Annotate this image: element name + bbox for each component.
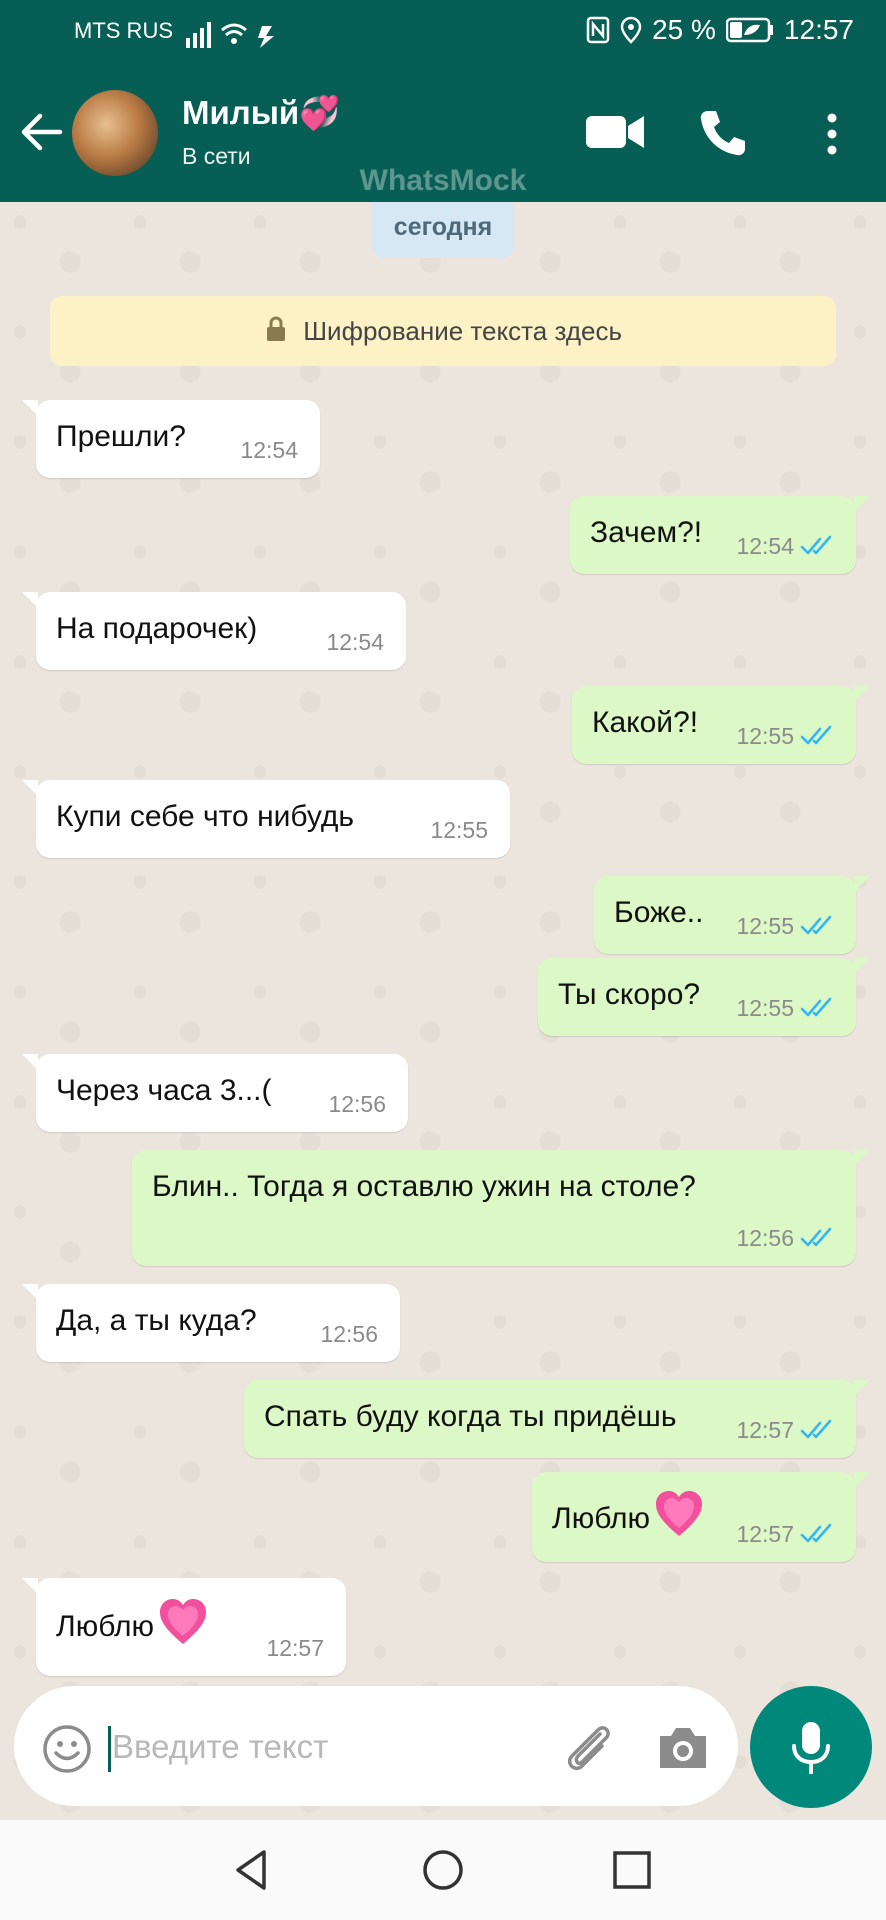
double-check-icon <box>800 1227 832 1247</box>
message-time: 12:54 <box>240 437 298 463</box>
message-text: Да, а ты куда? <box>56 1304 257 1337</box>
message-bubble[interactable]: Люблю 12:57 <box>532 1472 870 1562</box>
paperclip-icon[interactable] <box>560 1720 618 1778</box>
message-time: 12:57 <box>736 1521 794 1547</box>
emoji-icon[interactable] <box>42 1724 92 1774</box>
voice-record-button[interactable] <box>750 1686 872 1808</box>
message-time: 12:54 <box>326 629 384 655</box>
message-time: 12:55 <box>430 817 488 843</box>
signal-wifi-icon <box>186 22 274 48</box>
message-time: 12:56 <box>328 1091 386 1117</box>
message-bubble[interactable]: Блин.. Тогда я оставлю ужин на столе? 12… <box>132 1150 870 1266</box>
message-bubble[interactable]: Спать буду когда ты придёшь 12:57 <box>244 1380 870 1458</box>
message-text: Какой?! <box>592 706 699 739</box>
message-bubble[interactable]: Боже.. 12:55 <box>594 876 870 954</box>
nav-recents-icon[interactable] <box>610 1848 654 1892</box>
camera-icon[interactable] <box>656 1724 710 1772</box>
double-check-icon <box>800 915 832 935</box>
message-bubble[interactable]: Через часа 3...( 12:56 <box>22 1054 408 1132</box>
double-check-icon <box>800 1419 832 1439</box>
encryption-notice-text: Шифрование текста здесь <box>303 316 622 346</box>
text-caret <box>108 1726 111 1772</box>
message-time: 12:56 <box>736 1225 794 1251</box>
message-text: Зачем?! <box>590 516 703 549</box>
microphone-icon <box>792 1722 830 1774</box>
video-camera-icon[interactable] <box>584 112 646 152</box>
status-bar: MTS RUS 25 % 12:57 <box>0 0 886 64</box>
message-text: Купи себе что нибудь <box>56 800 355 833</box>
message-time: 12:55 <box>736 913 794 939</box>
system-navigation-bar <box>0 1820 886 1920</box>
message-bubble[interactable]: Зачем?! 12:54 <box>570 496 870 574</box>
growing-heart-emoji <box>160 1599 207 1644</box>
message-bubble[interactable]: Да, а ты куда? 12:56 <box>22 1284 400 1362</box>
growing-heart-emoji <box>656 1491 703 1536</box>
contact-name[interactable]: Милый💞 <box>182 94 340 133</box>
message-time: 12:57 <box>736 1417 794 1443</box>
clock: 12:57 <box>783 14 854 45</box>
double-check-icon <box>800 725 832 745</box>
message-time: 12:54 <box>736 533 794 559</box>
message-input[interactable]: Введите текст <box>112 1728 328 1766</box>
message-text: На подарочек) <box>56 612 258 645</box>
message-composer[interactable]: Введите текст <box>14 1686 738 1806</box>
lock-icon <box>266 316 285 341</box>
encryption-notice[interactable]: Шифрование текста здесь <box>50 296 836 366</box>
date-divider: сегодня <box>372 202 514 258</box>
status-right: 25 % 12:57 <box>586 14 854 46</box>
app-watermark: WhatsMock <box>359 164 527 197</box>
double-check-icon <box>800 535 832 555</box>
carrier-label: MTS RUS <box>74 18 173 43</box>
arrow-left-icon[interactable] <box>18 110 64 154</box>
message-text: Прешли? <box>56 420 186 453</box>
message-text: Блин.. Тогда я оставлю ужин на столе? <box>152 1170 696 1203</box>
nav-home-icon[interactable] <box>421 1848 465 1892</box>
message-text: Спать буду когда ты придёшь <box>264 1400 677 1433</box>
location-icon <box>620 16 642 44</box>
message-bubble[interactable]: Люблю 12:57 <box>22 1578 346 1676</box>
message-time: 12:56 <box>320 1321 378 1347</box>
battery-percent: 25 % <box>652 14 716 45</box>
message-text: Боже.. <box>614 896 704 929</box>
message-text: Люблю <box>56 1594 212 1646</box>
message-bubble[interactable]: Купи себе что нибудь 12:55 <box>22 780 510 858</box>
message-bubble[interactable]: Прешли? 12:54 <box>22 400 320 478</box>
nfc-icon <box>586 16 610 44</box>
message-time: 12:55 <box>736 995 794 1021</box>
message-text: Через часа 3...( <box>56 1074 272 1107</box>
battery-icon <box>725 17 773 43</box>
message-text: Люблю <box>552 1486 708 1538</box>
phone-icon[interactable] <box>698 108 748 158</box>
more-vertical-icon[interactable] <box>820 112 844 156</box>
message-list[interactable]: сегодня Шифрование текста здесь Прешли? … <box>0 202 886 1820</box>
nav-back-icon[interactable] <box>230 1848 274 1892</box>
message-bubble[interactable]: Какой?! 12:55 <box>572 686 870 764</box>
message-bubble[interactable]: На подарочек) 12:54 <box>22 592 406 670</box>
message-time: 12:55 <box>736 723 794 749</box>
message-text: Ты скоро? <box>558 978 701 1011</box>
double-check-icon <box>800 1523 832 1543</box>
double-check-icon <box>800 997 832 1017</box>
message-bubble[interactable]: Ты скоро? 12:55 <box>538 958 870 1036</box>
message-time: 12:57 <box>266 1635 324 1661</box>
